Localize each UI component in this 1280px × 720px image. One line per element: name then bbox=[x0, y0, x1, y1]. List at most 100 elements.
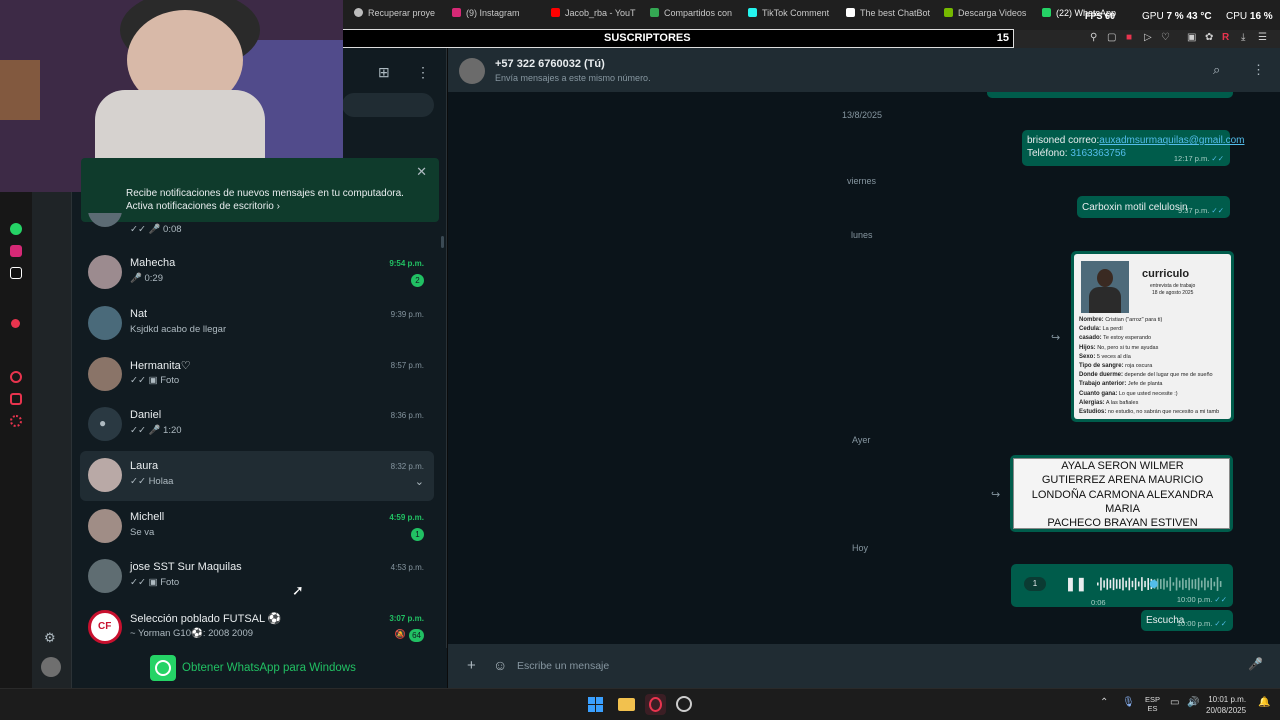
windows-start-icon[interactable] bbox=[588, 697, 604, 713]
heart-icon[interactable]: ♡ bbox=[1161, 32, 1170, 43]
volume-icon[interactable]: 🔊 bbox=[1187, 697, 1199, 708]
settings-gear-icon[interactable]: ⚙ bbox=[44, 630, 56, 646]
waveform-bar bbox=[1191, 579, 1194, 589]
phone-link[interactable]: 3163363756 bbox=[1070, 148, 1126, 159]
waveform-bar bbox=[1141, 577, 1143, 591]
whatsapp-icon[interactable] bbox=[10, 223, 22, 235]
chat-time: 4:53 p.m. bbox=[390, 563, 424, 572]
pin-icon[interactable]: ⚲ bbox=[1090, 32, 1097, 43]
chat-item[interactable]: ✓✓ 🎤 0:08 bbox=[80, 213, 434, 237]
message-bubble[interactable]: Escucha 10:00 p.m. ✓✓ bbox=[1141, 610, 1233, 631]
chat-item[interactable]: Michell Se va 4:59 p.m. 1 bbox=[80, 502, 434, 552]
tray-microphone-icon[interactable]: 🎙 bbox=[1122, 697, 1135, 708]
chat-item[interactable]: jose SST Sur Maquilas ✓✓ ▣ Foto 4:53 p.m… bbox=[80, 552, 434, 602]
instagram-icon[interactable] bbox=[10, 245, 22, 257]
puzzle-icon[interactable]: ✿ bbox=[1205, 32, 1213, 43]
cv-field-value: La perdí bbox=[1101, 326, 1123, 333]
extension-icon[interactable] bbox=[10, 393, 22, 405]
name-line: GUTIERREZ ARENA MAURICIO bbox=[1041, 474, 1204, 487]
unread-badge: 64 bbox=[409, 629, 424, 642]
notification-bell-icon[interactable]: 🔔 bbox=[1258, 697, 1270, 708]
browser-tab[interactable]: Recuperar proye bbox=[354, 8, 440, 24]
profile-extension-icon[interactable]: R bbox=[1222, 32, 1229, 43]
tiktok-icon[interactable] bbox=[10, 267, 22, 279]
message-bubble[interactable]: Carboxin motil celulosin 9:37 p.m. ✓✓ bbox=[1077, 196, 1230, 218]
photo-icon: ▣ bbox=[148, 577, 158, 588]
browser-tab[interactable]: Descarga Videos bbox=[944, 8, 1030, 24]
get-whatsapp-link[interactable]: Obtener WhatsApp para Windows bbox=[182, 662, 356, 674]
forward-icon[interactable]: ↪ bbox=[991, 488, 1000, 501]
notification-link[interactable]: Activa notificaciones de escritorio › bbox=[126, 201, 280, 212]
notification-link-label: Activa notificaciones de escritorio bbox=[126, 201, 274, 212]
chevron-down-icon[interactable]: ⌄ bbox=[415, 475, 424, 488]
screenshot-icon[interactable]: ▢ bbox=[1107, 32, 1116, 43]
message-bubble[interactable]: brisoned correo:auxadmsurmaquilas@gmail.… bbox=[1022, 130, 1244, 166]
close-icon[interactable]: ✕ bbox=[416, 164, 427, 180]
voice-waveform[interactable] bbox=[1097, 575, 1223, 593]
browser-tab[interactable]: Compartidos con bbox=[650, 8, 734, 24]
profile-avatar[interactable] bbox=[41, 657, 61, 677]
contact-avatar[interactable] bbox=[459, 58, 485, 84]
app-icon[interactable] bbox=[676, 696, 692, 712]
cpu-value: 16 % bbox=[1249, 11, 1273, 22]
microphone-icon[interactable]: 🎤 bbox=[1248, 657, 1263, 671]
chat-preview: ~ Yorman G10⚽: 2008 2009 bbox=[130, 628, 254, 639]
new-chat-icon[interactable]: ⊞ bbox=[378, 64, 390, 81]
chat-item[interactable]: ● Daniel ✓✓ 🎤 1:20 8:36 p.m. bbox=[80, 400, 434, 450]
chat-item[interactable]: Mahecha 🎤 0:29 9:54 p.m. 2 bbox=[80, 248, 434, 298]
search-input[interactable] bbox=[342, 93, 434, 117]
voice-duration: 0:06 bbox=[1091, 598, 1106, 607]
menu-icon[interactable]: ☰ bbox=[1258, 32, 1267, 43]
send-icon[interactable]: ▷ bbox=[1144, 32, 1152, 43]
chat-item[interactable]: CF Selección poblado FUTSAL ⚽ ~ Yorman G… bbox=[80, 603, 434, 648]
waveform-bar bbox=[1194, 579, 1197, 589]
download-icon[interactable]: ⤓ bbox=[1241, 32, 1245, 43]
chat-name: Nat bbox=[130, 308, 148, 320]
message-time: 12:17 p.m. bbox=[1173, 154, 1210, 163]
emoji-icon[interactable]: ☺ bbox=[493, 657, 507, 673]
forward-icon[interactable]: ↪ bbox=[1051, 331, 1060, 344]
file-explorer-icon[interactable] bbox=[618, 698, 635, 711]
scroll-down-icon[interactable] bbox=[1276, 628, 1280, 638]
email-link[interactable]: auxadmsurmaquilas@gmail.com bbox=[1099, 135, 1244, 146]
browser-tab[interactable]: The best ChatBot bbox=[846, 8, 930, 24]
message-bubble-partial[interactable] bbox=[987, 92, 1233, 98]
chat-item[interactable]: Nat Ksjdkd acabo de llegar 9:39 p.m. bbox=[80, 299, 434, 349]
cv-field: Tipo de sangre: roja oscura bbox=[1079, 362, 1229, 371]
voice-message[interactable]: 1 ❚❚ 0:06 10:00 p.m. ✓✓ bbox=[1011, 564, 1233, 607]
avatar bbox=[88, 357, 122, 391]
conversation-header[interactable]: +57 322 6760032 (Tú) Envía mensajes a es… bbox=[448, 48, 1280, 92]
waveform-bar bbox=[1169, 577, 1172, 591]
history-icon[interactable] bbox=[10, 371, 22, 383]
microphone-icon: 🎤 bbox=[148, 425, 161, 436]
image-message[interactable]: AYALA SERON WILMER GUTIERREZ ARENA MAURIC… bbox=[1010, 455, 1233, 532]
language-indicator[interactable]: ESP ES bbox=[1145, 695, 1160, 713]
chat-item-hovered[interactable]: Laura ✓✓ Holaa 8:32 p.m. ⌄ bbox=[80, 451, 434, 501]
subscriber-right-count: 15 bbox=[996, 32, 1009, 44]
search-icon[interactable]: ⌕ bbox=[1213, 62, 1220, 78]
more-options-icon[interactable]: ⋮ bbox=[1252, 62, 1265, 78]
waveform-bar bbox=[1182, 578, 1184, 590]
scrollbar[interactable] bbox=[441, 236, 444, 248]
browser-tab[interactable]: (9) Instagram bbox=[452, 8, 538, 24]
waveform-bar bbox=[1163, 578, 1165, 590]
clock[interactable]: 10:01 p.m. 20/08/2025 bbox=[1206, 694, 1246, 716]
browser-tab[interactable]: Jacob_rba - YouT bbox=[551, 8, 637, 24]
playback-speed-button[interactable]: 1 bbox=[1024, 577, 1046, 591]
attach-plus-icon[interactable]: + bbox=[467, 657, 476, 674]
chat-item[interactable]: Hermanita♡ ✓✓ ▣ Foto 8:57 p.m. bbox=[80, 350, 434, 400]
message-input[interactable]: Escribe un mensaje bbox=[517, 660, 609, 672]
tray-chevron-up-icon[interactable]: ⌃ bbox=[1100, 697, 1108, 708]
get-whatsapp-banner[interactable]: Obtener WhatsApp para Windows bbox=[72, 648, 447, 688]
pause-icon[interactable]: ❚❚ bbox=[1065, 576, 1087, 592]
more-options-icon[interactable]: ⋮ bbox=[416, 64, 430, 81]
extension-icon[interactable]: ■ bbox=[1126, 32, 1132, 43]
image-message[interactable]: curriculo entrevista de trabajo 18 de ag… bbox=[1071, 251, 1234, 422]
extension-icon[interactable]: ▣ bbox=[1187, 32, 1196, 43]
settings-icon[interactable] bbox=[10, 415, 22, 427]
browser-tab[interactable]: TikTok Comment bbox=[748, 8, 834, 24]
waveform-bar bbox=[1144, 580, 1146, 588]
record-icon[interactable] bbox=[11, 319, 20, 328]
network-icon[interactable]: ▭ bbox=[1170, 697, 1179, 708]
opera-gx-icon[interactable] bbox=[645, 694, 666, 715]
